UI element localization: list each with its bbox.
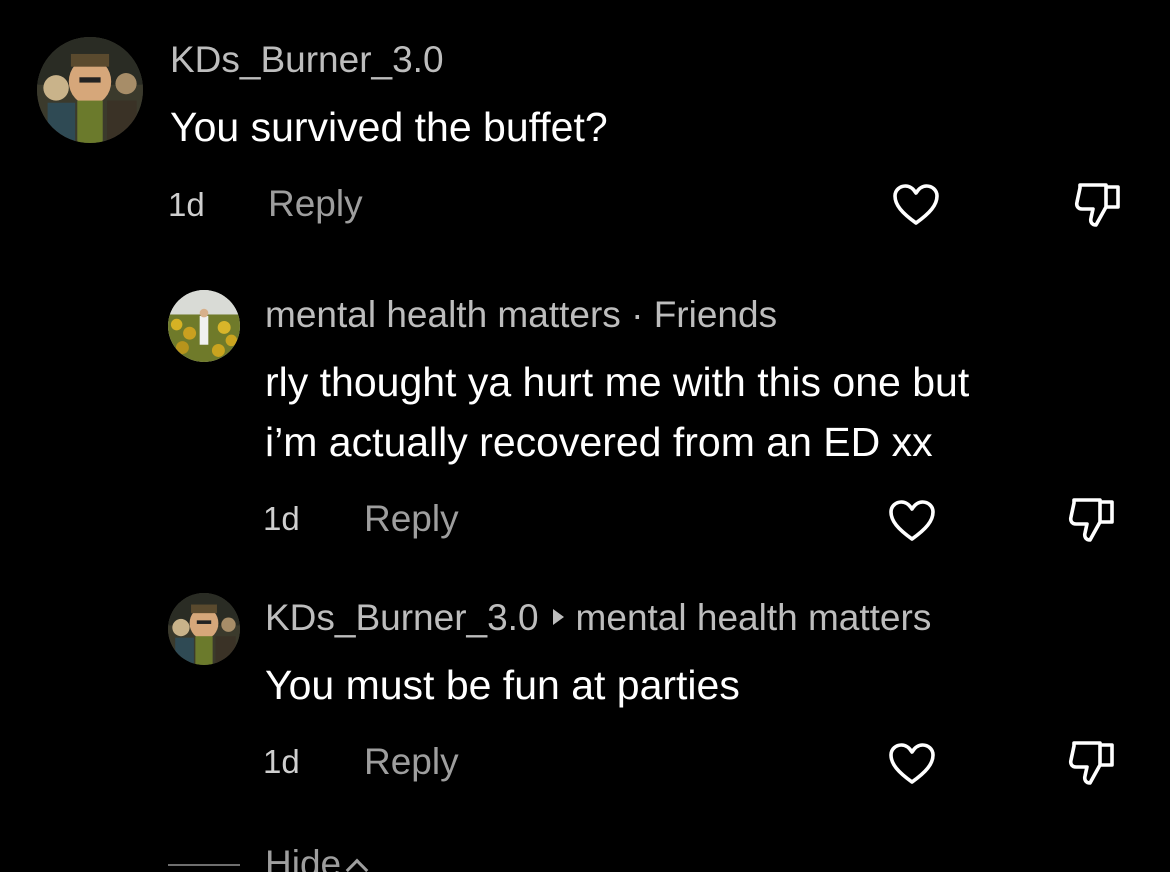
- avatar-image: [168, 290, 240, 362]
- thumbs-down-icon: [1068, 741, 1114, 785]
- comment-text: rly thought ya hurt me with this one but: [265, 359, 970, 405]
- avatar[interactable]: [168, 290, 240, 362]
- avatar[interactable]: [37, 37, 143, 143]
- reply-button[interactable]: Reply: [364, 740, 459, 784]
- hide-replies-button[interactable]: Hide: [265, 842, 369, 872]
- like-button[interactable]: [888, 177, 944, 233]
- comment-timestamp: 1d: [263, 500, 300, 537]
- heart-outline-icon: [889, 500, 935, 541]
- comment-username-line: KDs_Burner_3.0 mental health matters: [265, 596, 931, 640]
- avatar[interactable]: [168, 593, 240, 665]
- comment-username-line: mental health matters · Friends: [265, 293, 777, 337]
- thumbs-down-icon: [1068, 498, 1114, 542]
- relationship-badge: Friends: [653, 294, 778, 335]
- reply-to-username[interactable]: mental health matters: [576, 597, 932, 638]
- heart-outline-icon: [889, 743, 935, 784]
- dislike-button[interactable]: [1064, 734, 1120, 790]
- comments-panel: KDs_Burner_3.0 You survived the buffet? …: [0, 0, 1170, 872]
- dislike-button[interactable]: [1070, 176, 1126, 232]
- reply-button[interactable]: Reply: [364, 497, 459, 541]
- heart-outline-icon: [893, 184, 939, 225]
- like-button[interactable]: [884, 493, 940, 549]
- thumbs-down-icon: [1074, 183, 1120, 227]
- comment-text: You survived the buffet?: [170, 104, 608, 150]
- divider: [168, 864, 240, 866]
- comment-timestamp: 1d: [263, 743, 300, 780]
- comment-text: i’m actually recovered from an ED xx: [265, 419, 933, 465]
- chevron-up-icon: [345, 858, 369, 872]
- comment-username[interactable]: KDs_Burner_3.0: [170, 38, 444, 82]
- separator-dot: ·: [631, 294, 644, 335]
- comment-timestamp: 1d: [168, 186, 205, 223]
- avatar-image: [37, 37, 143, 143]
- reply-button[interactable]: Reply: [268, 182, 363, 226]
- comment-username[interactable]: mental health matters: [265, 294, 621, 335]
- avatar-image: [168, 593, 240, 665]
- comment-username[interactable]: KDs_Burner_3.0: [265, 597, 539, 638]
- hide-label: Hide: [265, 843, 342, 872]
- comment-text: You must be fun at parties: [265, 662, 740, 708]
- like-button[interactable]: [884, 736, 940, 792]
- triangle-right-icon: [552, 609, 564, 626]
- dislike-button[interactable]: [1064, 491, 1120, 547]
